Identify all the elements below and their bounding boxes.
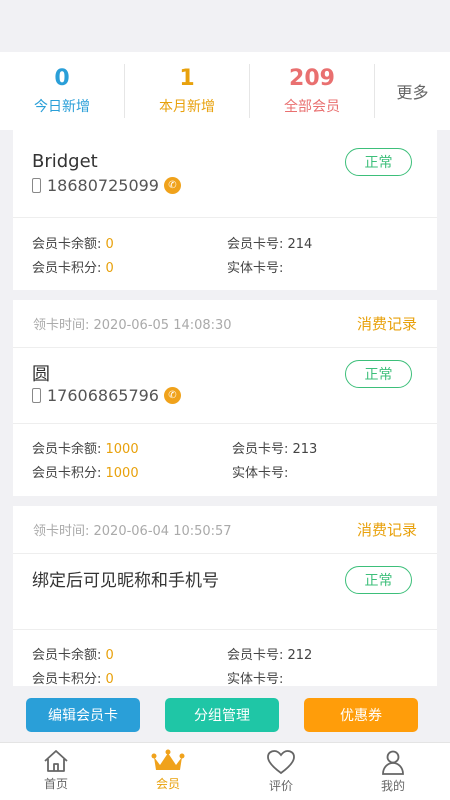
tab-reviews[interactable]: 评价 (241, 743, 321, 800)
member-card-body: Bridget 18680725099 ✆ 正常 (13, 130, 437, 218)
stat-month-new-label: 本月新增 (159, 99, 215, 115)
coupon-button[interactable]: 优惠券 (304, 698, 418, 732)
member-card[interactable]: Bridget 18680725099 ✆ 正常 会员卡余额: 0 会员卡积分:… (13, 130, 437, 290)
member-list[interactable]: Bridget 18680725099 ✆ 正常 会员卡余额: 0 会员卡积分:… (0, 130, 450, 700)
physical-card-number: 实体卡号: (232, 466, 289, 481)
phone-icon (32, 178, 41, 193)
member-phone-row: 17606865796 ✆ (32, 386, 181, 405)
stat-all-members[interactable]: 209 全部会员 (250, 64, 375, 118)
stat-month-new-number: 1 (179, 66, 195, 91)
member-phone: 18680725099 (47, 176, 159, 195)
member-phone-row: 18680725099 ✆ (32, 176, 181, 195)
card-points-value: 0 (105, 261, 114, 276)
card-number: 会员卡号: 212 (227, 648, 313, 663)
user-icon (382, 750, 404, 775)
tab-members-label: 会员 (155, 777, 180, 791)
more-button[interactable]: 更多 (375, 79, 450, 103)
card-number: 会员卡号: 214 (227, 237, 313, 252)
member-name: 圆 (32, 364, 50, 385)
tab-members[interactable]: 会员 (128, 743, 208, 800)
card-balance-label: 会员卡余额: (32, 237, 106, 252)
member-card-header: 领卡时间: 2020-06-05 14:08:30 消费记录 (13, 300, 437, 348)
stat-all-members-label: 全部会员 (284, 99, 340, 115)
tab-mine[interactable]: 我的 (353, 743, 433, 800)
card-number: 会员卡号: 213 (232, 442, 318, 457)
claim-time: 领卡时间: 2020-06-05 14:08:30 (33, 318, 232, 333)
group-management-button[interactable]: 分组管理 (165, 698, 279, 732)
crown-icon (151, 749, 185, 770)
phone-icon (32, 388, 41, 403)
member-card-body: 圆 17606865796 ✆ 正常 (13, 348, 437, 424)
stat-today-new-number: 0 (54, 66, 70, 91)
card-points-value: 0 (105, 672, 114, 687)
member-name: Bridget (32, 151, 98, 172)
bottom-tab-bar: 首页 会员 评价 我的 (0, 742, 450, 800)
status-badge[interactable]: 正常 (345, 148, 412, 176)
card-points: 会员卡积分: 0 (32, 668, 114, 687)
member-card-info: 会员卡余额: 0 会员卡积分: 0 会员卡号: 214 实体卡号: (13, 218, 437, 290)
call-icon[interactable]: ✆ (163, 177, 181, 194)
home-icon (44, 750, 68, 772)
card-balance: 会员卡余额: 1000 (32, 438, 139, 457)
card-balance: 会员卡余额: 0 (32, 644, 114, 663)
member-card[interactable]: 领卡时间: 2020-06-05 14:08:30 消费记录 圆 1760686… (13, 300, 437, 496)
card-balance-value: 1000 (105, 442, 139, 457)
card-points-label: 会员卡积分: (32, 261, 106, 276)
card-balance: 会员卡余额: 0 (32, 233, 114, 252)
member-name: 绑定后可见昵称和手机号 (32, 571, 219, 591)
stat-month-new[interactable]: 1 本月新增 (125, 64, 250, 118)
member-card-header: 领卡时间: 2020-06-04 10:50:57 消费记录 (13, 506, 437, 554)
physical-card-number: 实体卡号: (227, 672, 284, 687)
tab-mine-label: 我的 (380, 779, 405, 793)
card-points-value: 1000 (105, 466, 139, 481)
member-card-body: 绑定后可见昵称和手机号 正常 (13, 554, 437, 630)
stat-all-members-number: 209 (289, 66, 335, 91)
card-points-label: 会员卡积分: (32, 466, 106, 481)
stat-today-new-label: 今日新增 (34, 99, 90, 115)
heart-icon (267, 750, 295, 775)
edit-member-card-button[interactable]: 编辑会员卡 (26, 698, 140, 732)
card-balance-label: 会员卡余额: (32, 442, 106, 457)
physical-card-number: 实体卡号: (227, 261, 284, 276)
status-badge[interactable]: 正常 (345, 360, 412, 388)
consumption-records-link[interactable]: 消费记录 (357, 519, 417, 540)
card-balance-value: 0 (105, 237, 114, 252)
status-badge[interactable]: 正常 (345, 566, 412, 594)
tab-home-label: 首页 (43, 777, 68, 791)
claim-time: 领卡时间: 2020-06-04 10:50:57 (33, 524, 232, 539)
card-points: 会员卡积分: 0 (32, 257, 114, 276)
member-phone: 17606865796 (47, 386, 159, 405)
card-balance-label: 会员卡余额: (32, 648, 106, 663)
call-icon[interactable]: ✆ (163, 387, 181, 404)
status-bar-area (0, 0, 450, 52)
stat-today-new[interactable]: 0 今日新增 (0, 64, 125, 118)
action-bar: 编辑会员卡 分组管理 优惠券 (0, 686, 450, 742)
tab-reviews-label: 评价 (268, 779, 293, 793)
tab-home[interactable]: 首页 (16, 743, 96, 800)
card-points-label: 会员卡积分: (32, 672, 106, 687)
consumption-records-link[interactable]: 消费记录 (357, 313, 417, 334)
member-card-info: 会员卡余额: 1000 会员卡积分: 1000 会员卡号: 213 实体卡号: (13, 424, 437, 496)
member-card[interactable]: 领卡时间: 2020-06-04 10:50:57 消费记录 绑定后可见昵称和手… (13, 506, 437, 700)
card-balance-value: 0 (105, 648, 114, 663)
member-stats-bar: 0 今日新增 1 本月新增 209 全部会员 更多 (0, 52, 450, 130)
card-points: 会员卡积分: 1000 (32, 462, 139, 481)
